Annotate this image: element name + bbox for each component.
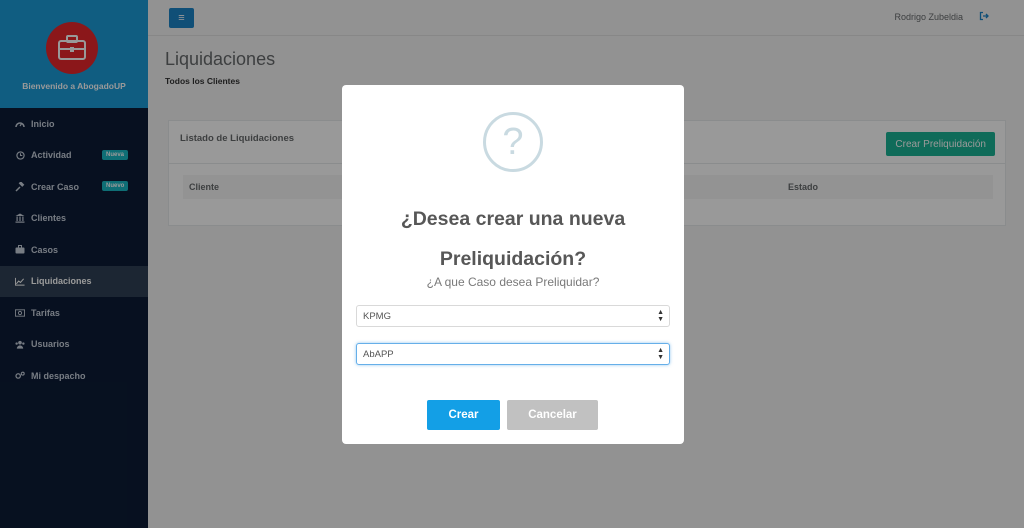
- select-arrows-icon: ▲ ▼: [657, 309, 664, 323]
- confirm-dialog: ? ¿Desea crear una nueva Preliquidación?…: [342, 85, 684, 444]
- caso-select[interactable]: AbAPP ▲ ▼: [356, 343, 670, 365]
- cliente-select[interactable]: KPMG ▲ ▼: [356, 305, 670, 327]
- select-arrows-icon: ▲ ▼: [657, 347, 664, 361]
- question-icon: ?: [483, 112, 543, 172]
- select-value: KPMG: [363, 310, 391, 322]
- cancelar-button[interactable]: Cancelar: [507, 400, 598, 430]
- select-value: AbAPP: [363, 348, 394, 360]
- crear-button[interactable]: Crear: [427, 400, 500, 430]
- dialog-text: ¿A que Caso desea Preliquidar?: [426, 275, 600, 289]
- dialog-title: ¿Desea crear una nueva Preliquidación?: [400, 208, 626, 270]
